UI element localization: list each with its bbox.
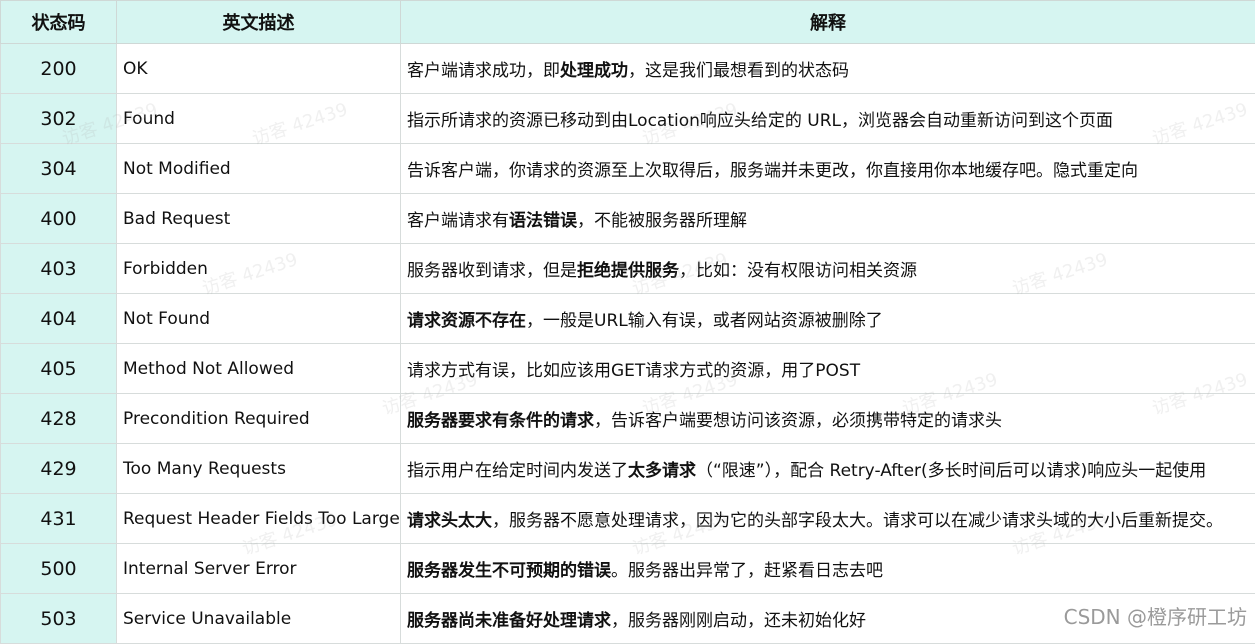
english-description-cell: Not Modified (117, 144, 401, 194)
status-code-cell: 428 (1, 394, 117, 444)
explanation-text: ，比如：没有权限访问相关资源 (679, 261, 917, 281)
table-row: 200OK客户端请求成功，即处理成功，这是我们最想看到的状态码 (1, 44, 1255, 94)
english-description-cell: Request Header Fields Too Large (117, 494, 401, 544)
table-row: 302Found 指示所请求的资源已移动到由Location响应头给定的 URL，… (1, 94, 1255, 144)
explanation-cell: 服务器收到请求，但是拒绝提供服务，比如：没有权限访问相关资源 (401, 244, 1255, 294)
table-row: 404Not Found请求资源不存在，一般是URL输入有误，或者网站资源被删除… (1, 294, 1255, 344)
english-description-cell: Forbidden (117, 244, 401, 294)
explanation-cell: 客户端请求有语法错误，不能被服务器所理解 (401, 194, 1255, 244)
explanation-cell: 请求头太大，服务器不愿意处理请求，因为它的头部字段太大。请求可以在减少请求头域的… (401, 494, 1255, 544)
english-description-cell: Bad Request (117, 194, 401, 244)
status-code-cell: 404 (1, 294, 117, 344)
explanation-cell: 指示所请求的资源已移动到由Location响应头给定的 URL，浏览器会自动重新… (401, 94, 1255, 144)
explanation-text: 客户端请求有 (407, 211, 509, 231)
status-code-cell: 304 (1, 144, 117, 194)
table-row: 500Internal Server Error服务器发生不可预期的错误。服务器… (1, 544, 1255, 594)
header-english-description: 英文描述 (117, 1, 401, 44)
status-code-cell: 403 (1, 244, 117, 294)
english-description-cell: Too Many Requests (117, 444, 401, 494)
explanation-text: ，这是我们最想看到的状态码 (628, 61, 849, 81)
table-row: 405Method Not Allowed 请求方式有误，比如应该用GET请求方式… (1, 344, 1255, 394)
explanation-text: 。服务器出异常了，赶紧看日志去吧 (611, 561, 883, 581)
explanation-text: 指示用户在给定时间内发送了 (407, 461, 628, 481)
explanation-cell: 客户端请求成功，即处理成功，这是我们最想看到的状态码 (401, 44, 1255, 94)
explanation-text: （“限速”），配合 Retry-After(多长时间后可以请求)响应头一起使用 (696, 461, 1206, 481)
explanation-bold-text: 处理成功 (560, 61, 628, 81)
explanation-cell: 指示用户在给定时间内发送了太多请求（“限速”），配合 Retry-After(多… (401, 444, 1255, 494)
source-label: CSDN @橙序研工坊 (1062, 601, 1249, 630)
status-code-cell: 500 (1, 544, 117, 594)
status-code-cell: 429 (1, 444, 117, 494)
english-description-cell: Found (117, 94, 401, 144)
status-code-cell: 302 (1, 94, 117, 144)
explanation-bold-text: 服务器要求有条件的请求 (407, 411, 594, 431)
explanation-bold-text: 请求头太大 (407, 511, 492, 531)
status-code-cell: 200 (1, 44, 117, 94)
english-description-cell: Service Unavailable (117, 594, 401, 644)
explanation-text: ，服务器不愿意处理请求，因为它的头部字段太大。请求可以在减少请求头域的大小后重新… (492, 511, 1223, 531)
explanation-bold-text: 服务器发生不可预期的错误 (407, 561, 611, 581)
explanation-cell: 服务器要求有条件的请求，告诉客户端要想访问该资源，必须携带特定的请求头 (401, 394, 1255, 444)
table-row: 428Precondition Required服务器要求有条件的请求，告诉客户… (1, 394, 1255, 444)
explanation-text: 告诉客户端，你请求的资源至上次取得后，服务端并未更改，你直接用你本地缓存吧。隐式… (407, 161, 1138, 181)
explanation-cell: 请求方式有误，比如应该用GET请求方式的资源，用了POST (401, 344, 1255, 394)
table-header-row: 状态码 英文描述 解释 (1, 1, 1255, 44)
explanation-bold-text: 拒绝提供服务 (577, 261, 679, 281)
explanation-text: ，一般是URL输入有误，或者网站资源被删除了 (526, 311, 883, 331)
table-row: 431Request Header Fields Too Large请求头太大，… (1, 494, 1255, 544)
table-row: 400Bad Request客户端请求有语法错误，不能被服务器所理解 (1, 194, 1255, 244)
explanation-text: 请求方式有误，比如应该用GET请求方式的资源，用了POST (407, 361, 860, 381)
english-description-cell: Internal Server Error (117, 544, 401, 594)
explanation-bold-text: 语法错误 (509, 211, 577, 231)
table-row: 403Forbidden服务器收到请求，但是拒绝提供服务，比如：没有权限访问相关… (1, 244, 1255, 294)
status-code-cell: 405 (1, 344, 117, 394)
explanation-text: 客户端请求成功，即 (407, 61, 560, 81)
english-description-cell: Method Not Allowed (117, 344, 401, 394)
table-row: 304Not Modified 告诉客户端，你请求的资源至上次取得后，服务端并未更… (1, 144, 1255, 194)
english-description-cell: Precondition Required (117, 394, 401, 444)
explanation-cell: 请求资源不存在，一般是URL输入有误，或者网站资源被删除了 (401, 294, 1255, 344)
table-row: 429Too Many Requests指示用户在给定时间内发送了太多请求（“限… (1, 444, 1255, 494)
explanation-cell: 服务器发生不可预期的错误。服务器出异常了，赶紧看日志去吧 (401, 544, 1255, 594)
explanation-bold-text: 请求资源不存在 (407, 311, 526, 331)
explanation-bold-text: 太多请求 (628, 461, 696, 481)
explanation-cell: 告诉客户端，你请求的资源至上次取得后，服务端并未更改，你直接用你本地缓存吧。隐式… (401, 144, 1255, 194)
header-explanation: 解释 (401, 1, 1255, 44)
english-description-cell: Not Found (117, 294, 401, 344)
explanation-text: 服务器收到请求，但是 (407, 261, 577, 281)
status-code-cell: 503 (1, 594, 117, 644)
table-body: 200OK客户端请求成功，即处理成功，这是我们最想看到的状态码302Found指… (1, 44, 1255, 644)
status-code-table: 状态码 英文描述 解释 200OK客户端请求成功，即处理成功，这是我们最想看到的… (0, 0, 1255, 644)
explanation-text: ，告诉客户端要想访问该资源，必须携带特定的请求头 (594, 411, 1002, 431)
explanation-bold-text: 服务器尚未准备好处理请求 (407, 611, 611, 631)
status-code-cell: 431 (1, 494, 117, 544)
header-status-code: 状态码 (1, 1, 117, 44)
english-description-cell: OK (117, 44, 401, 94)
explanation-text: ，不能被服务器所理解 (577, 211, 747, 231)
explanation-text: 指示所请求的资源已移动到由Location响应头给定的 URL，浏览器会自动重新… (407, 111, 1113, 131)
status-code-cell: 400 (1, 194, 117, 244)
explanation-text: ，服务器刚刚启动，还未初始化好 (611, 611, 866, 631)
